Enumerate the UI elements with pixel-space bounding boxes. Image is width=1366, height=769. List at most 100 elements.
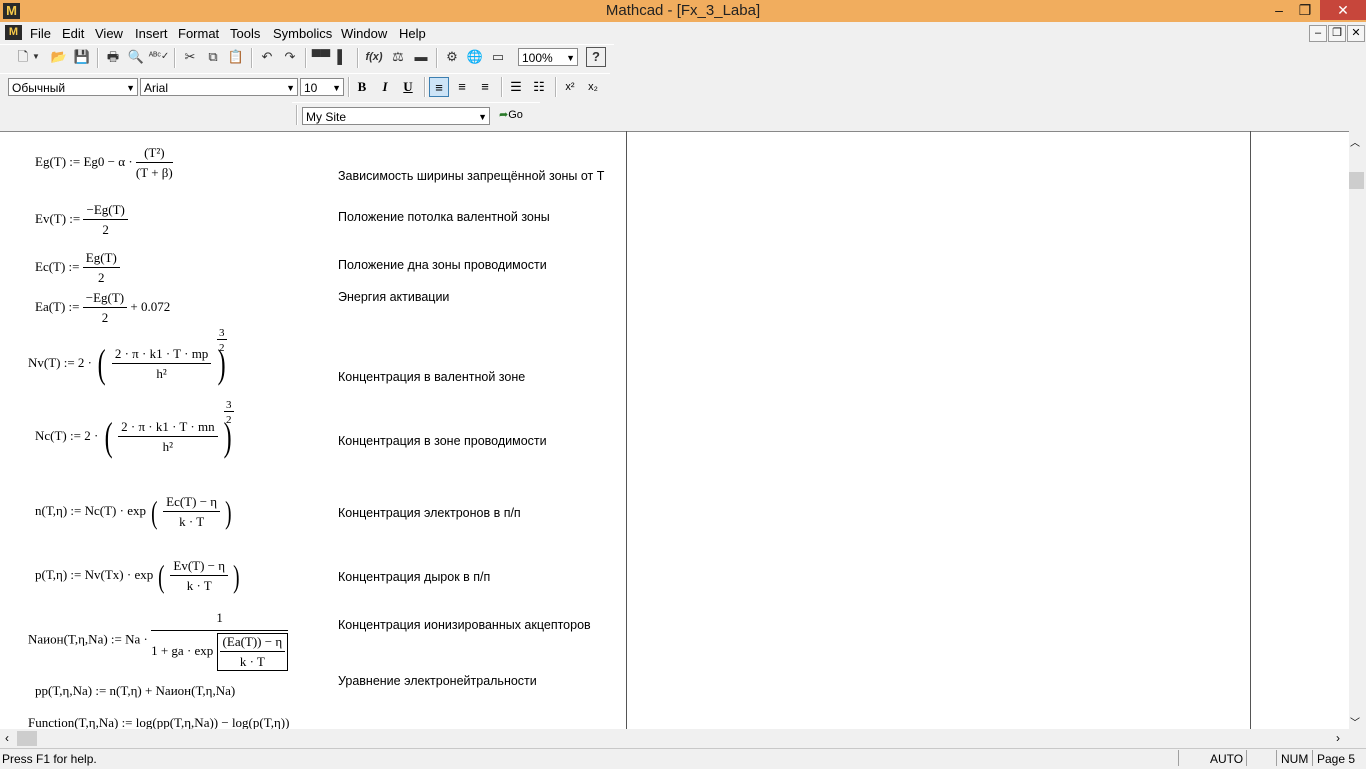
comment-conduction-concentration[interactable]: Концентрация в зоне проводимости [338, 434, 547, 448]
scroll-up-icon[interactable]: ︿ [1350, 134, 1360, 149]
scroll-right-icon[interactable]: › [1336, 731, 1340, 745]
insert-function-button[interactable]: f(x) [363, 47, 385, 67]
scroll-down-icon[interactable]: ﹀ [1350, 714, 1360, 729]
eq-ec[interactable]: Ec(T) := Eg(T) 2 [35, 250, 120, 286]
bullet-list-icon[interactable]: ☰ [506, 77, 526, 97]
align-center-icon[interactable]: ≡ [452, 77, 472, 97]
denominator: h² [162, 439, 174, 454]
align-right-icon[interactable]: ≡ [475, 77, 495, 97]
insert-component-icon[interactable]: ⚙ [441, 47, 463, 67]
comment-electron-concentration[interactable]: Концентрация электронов в п/п [338, 506, 521, 520]
cut-icon[interactable]: ✂ [179, 47, 201, 67]
italic-button[interactable]: I [375, 77, 395, 97]
scroll-left-icon[interactable]: ‹ [5, 731, 9, 745]
underline-button[interactable]: U [398, 77, 418, 97]
comment-hole-concentration[interactable]: Концентрация дырок в п/п [338, 570, 490, 584]
menu-insert[interactable]: Insert [135, 26, 168, 41]
close-button[interactable]: ✕ [1320, 0, 1366, 20]
minimize-button[interactable]: – [1266, 0, 1292, 20]
status-separator [1312, 750, 1313, 766]
style-select[interactable]: Обычный ▼ [8, 78, 138, 96]
go-button[interactable]: ➦Go [499, 108, 523, 121]
status-bar [0, 748, 1366, 769]
eq-pp[interactable]: pp(T,η,Na) := n(T,η) + Naион(T,η,Na) [35, 683, 235, 699]
paren: ) [233, 558, 240, 594]
comment-valence-top[interactable]: Положение потолка валентной зоны [338, 210, 550, 224]
eq-lhs: Nv(T) := 2 · [28, 354, 93, 370]
open-folder-icon[interactable]: 📂 [48, 47, 70, 67]
eq-p[interactable]: p(T,η) := Nv(Tx) · exp ( Ev(T) − η k · T… [35, 556, 242, 596]
worksheet[interactable]: Eg(T) := Eg0 − α · (T²) (T + β) Зависимо… [0, 131, 1349, 730]
toolbar-separator [555, 77, 557, 97]
undo-icon[interactable]: ↶ [256, 47, 278, 67]
align-left-icon[interactable]: ≡ [429, 77, 449, 97]
numerator: 2 · π · k1 · T · mp [111, 346, 212, 364]
align-across-icon[interactable]: ▀▀ [310, 47, 332, 67]
eq-n[interactable]: n(T,η) := Nc(T) · exp ( Ec(T) − η k · T … [35, 492, 234, 532]
paren: ) [225, 494, 232, 530]
superscript-button[interactable]: x² [560, 77, 580, 97]
print-icon[interactable]: 🖶 [102, 47, 124, 67]
zoom-select[interactable]: 100% ▼ [518, 48, 578, 66]
calculate-icon[interactable]: ▬ [410, 47, 432, 67]
menu-format[interactable]: Format [178, 26, 219, 41]
site-select[interactable]: My Site ▼ [302, 107, 490, 125]
horizontal-scroll-thumb[interactable] [17, 731, 37, 746]
menu-file[interactable]: File [30, 26, 51, 41]
font-select[interactable]: Arial ▼ [140, 78, 298, 96]
doc-restore-button[interactable]: ❐ [1328, 25, 1346, 42]
vertical-scroll-thumb[interactable] [1349, 172, 1364, 189]
doc-close-button[interactable]: ✕ [1347, 25, 1365, 42]
page-break-line [1250, 131, 1251, 729]
redo-icon[interactable]: ↷ [279, 47, 301, 67]
menu-edit[interactable]: Edit [62, 26, 84, 41]
comment-neutrality-equation[interactable]: Уравнение электронейтральности [338, 674, 537, 688]
save-icon[interactable]: 💾 [71, 47, 93, 67]
subscript-button[interactable]: x₂ [583, 77, 603, 97]
eq-nc[interactable]: Nc(T) := 2 · ( 2 · π · k1 · T · mn h² ) [35, 417, 234, 457]
new-dropdown-icon[interactable]: ▼ [30, 47, 42, 67]
help-button[interactable]: ? [586, 47, 606, 67]
vertical-scrollbar[interactable] [1349, 131, 1366, 729]
eq-lhs: Nc(T) := 2 · [35, 427, 99, 443]
paste-icon[interactable]: 📋 [225, 47, 247, 67]
denominator: (T + β) [135, 165, 173, 180]
comment-activation-energy[interactable]: Энергия активации [338, 290, 449, 304]
menu-window[interactable]: Window [341, 26, 387, 41]
maximize-button[interactable]: ❐ [1292, 0, 1318, 20]
horizontal-scrollbar[interactable] [0, 729, 1366, 748]
menu-help[interactable]: Help [399, 26, 426, 41]
menu-tools[interactable]: Tools [230, 26, 260, 41]
go-label: Go [508, 109, 523, 121]
bracket: (Ea(T)) − ηk · T [216, 633, 289, 671]
spell-check-icon[interactable]: ᴬᴮᶜ✓ [148, 47, 170, 67]
comment-valence-concentration[interactable]: Концентрация в валентной зоне [338, 370, 525, 384]
insert-unit-icon[interactable]: ⚖ [387, 47, 409, 67]
font-size-select[interactable]: 10 ▼ [300, 78, 344, 96]
fraction: −Eg(T) 2 [83, 202, 128, 238]
document-icon[interactable]: M [5, 25, 22, 40]
print-preview-icon[interactable]: 🔍 [125, 47, 147, 67]
eq-function[interactable]: Function(T,η,Na) := log(pp(T,η,Na)) − lo… [28, 715, 289, 730]
bold-button[interactable]: B [352, 77, 372, 97]
insert-region-icon[interactable]: ▭ [487, 47, 509, 67]
copy-icon[interactable]: ⧉ [202, 47, 224, 67]
doc-minimize-button[interactable]: – [1309, 25, 1327, 42]
eq-eg[interactable]: Eg(T) := Eg0 − α · (T²) (T + β) [35, 145, 173, 181]
toolbar-separator [357, 48, 359, 68]
eq-na-ion[interactable]: Naион(T,η,Na) := Na · 1 1 + ga · exp (Ea… [28, 610, 289, 671]
menu-view[interactable]: View [95, 26, 123, 41]
toolbar-separator [251, 48, 253, 68]
comment-bandgap[interactable]: Зависимость ширины запрещённой зоны от T [338, 169, 604, 183]
eq-ev[interactable]: Ev(T) := −Eg(T) 2 [35, 202, 128, 238]
comment-ionized-acceptors[interactable]: Концентрация ионизированных акцепторов [338, 618, 591, 632]
numbered-list-icon[interactable]: ☷ [529, 77, 549, 97]
resource-center-icon[interactable]: 🌐 [464, 47, 486, 67]
toolbar-separator [296, 105, 298, 125]
align-down-icon[interactable]: ▌ [331, 47, 353, 67]
power-exponent: 32 [224, 399, 234, 426]
eq-ea[interactable]: Ea(T) := −Eg(T) 2 + 0.072 [35, 290, 170, 326]
menu-symbolics[interactable]: Symbolics [273, 26, 332, 41]
eq-nv[interactable]: Nv(T) := 2 · ( 2 · π · k1 · T · mp h² ) [28, 344, 228, 384]
comment-conduction-bottom[interactable]: Положение дна зоны проводимости [338, 258, 547, 272]
